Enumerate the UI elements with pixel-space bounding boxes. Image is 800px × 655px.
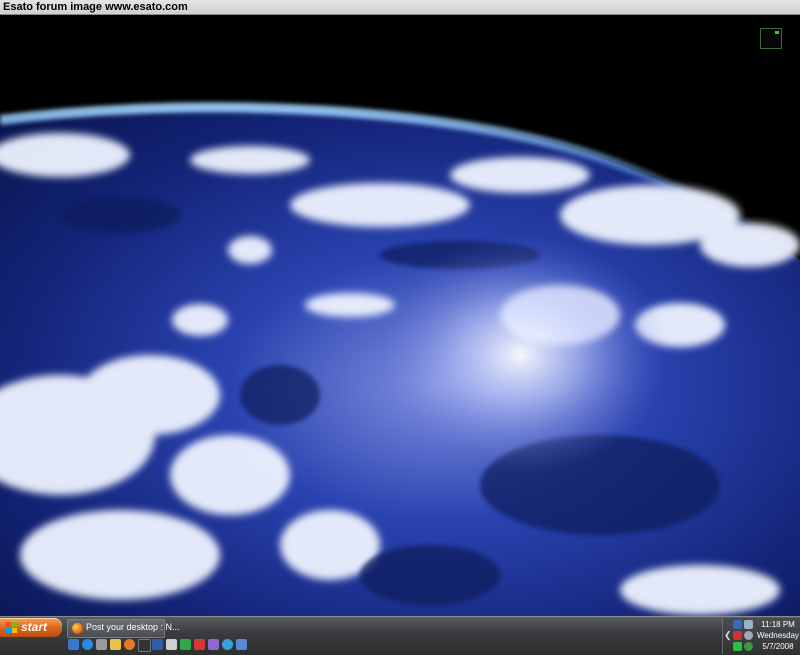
start-button[interactable]: start — [0, 618, 62, 637]
volume-icon[interactable] — [744, 620, 753, 629]
green-status-icon[interactable] — [733, 642, 742, 651]
chevron-left-icon[interactable]: ❮ — [724, 630, 732, 641]
show-desktop-icon[interactable] — [68, 639, 79, 650]
desktop-wallpaper[interactable] — [0, 15, 800, 616]
gadget-indicator-icon — [775, 31, 779, 34]
clock-time[interactable]: 11:18 PM — [755, 620, 800, 630]
app2-icon[interactable] — [208, 639, 219, 650]
shield-icon[interactable] — [744, 631, 753, 640]
taskbar-window-title: Post your desktop : N... — [86, 622, 180, 632]
mail-icon[interactable] — [194, 639, 205, 650]
ie-icon[interactable] — [82, 639, 93, 650]
windows-flag-icon — [6, 622, 17, 633]
media-icon[interactable] — [138, 639, 151, 652]
start-label: start — [21, 620, 48, 634]
system-tray: ❮ 11:18 PM Wednesday 5/7/2008 — [722, 618, 800, 654]
search-icon[interactable] — [222, 639, 233, 650]
firefox-icon[interactable] — [124, 639, 135, 650]
app-icon[interactable] — [152, 639, 163, 650]
banner-text: Esato forum image www.esato.com — [3, 1, 188, 13]
firefox-icon — [72, 623, 83, 634]
folder-icon[interactable] — [110, 639, 121, 650]
misc-icon[interactable] — [236, 639, 247, 650]
clock-date: 5/7/2008 — [762, 642, 794, 651]
clock-weekday: Wednesday — [756, 631, 800, 640]
green-app-icon[interactable] — [180, 639, 191, 650]
network-icon[interactable] — [733, 620, 742, 629]
desktop-gadget-icon[interactable] — [760, 28, 782, 49]
earth-wallpaper-image — [0, 15, 800, 616]
security-icon[interactable] — [733, 631, 742, 640]
taskbar-window-button[interactable]: Post your desktop : N... — [67, 619, 180, 638]
forum-banner: Esato forum image www.esato.com — [0, 0, 800, 15]
taskbar: start Post your desktop : N... ❮ 11:18 P… — [0, 616, 800, 655]
onenote-icon[interactable] — [96, 639, 107, 650]
notepad-icon[interactable] — [166, 639, 177, 650]
check-icon[interactable] — [744, 642, 753, 651]
